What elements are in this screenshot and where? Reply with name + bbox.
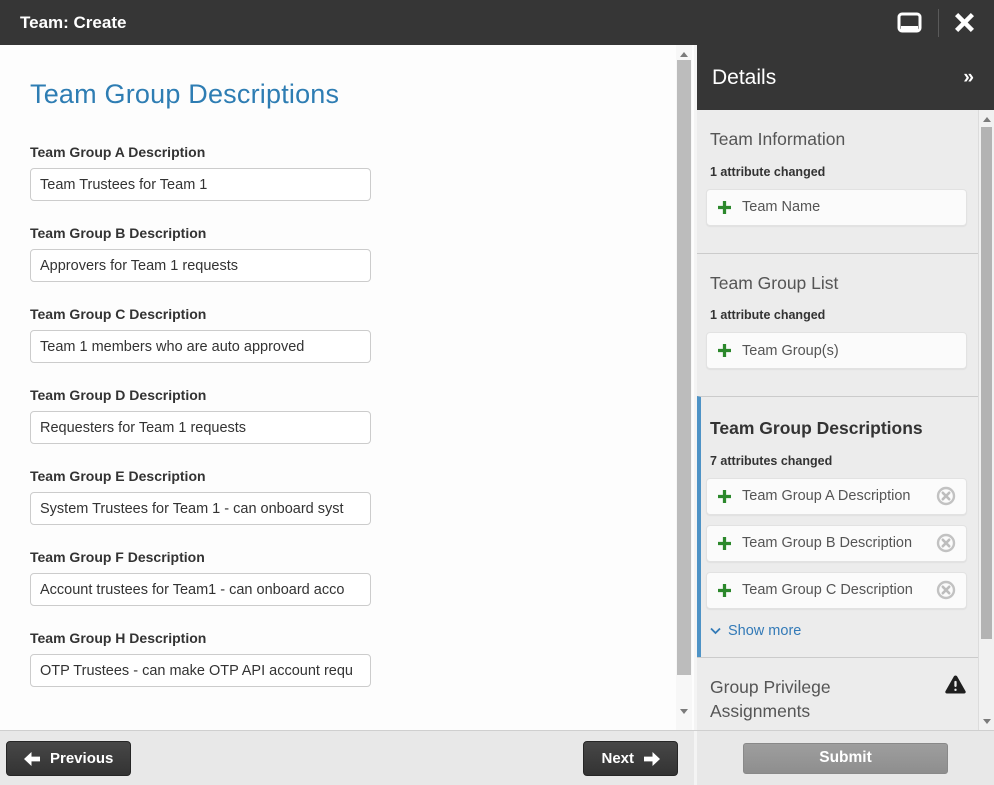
team-group-f-description-label: Team Group F Description <box>30 549 676 565</box>
arrow-right-icon <box>644 752 660 766</box>
revert-attribute-button[interactable] <box>936 533 956 553</box>
changed-attribute-card: Team Group C Description <box>706 572 967 609</box>
field-team-group-b: Team Group B Description <box>30 225 676 282</box>
details-section-team-group-descriptions: Team Group Descriptions 7 attributes cha… <box>697 396 978 657</box>
main-scrollbar[interactable] <box>676 45 692 730</box>
team-group-b-description-input[interactable] <box>30 249 371 282</box>
team-group-a-description-input[interactable] <box>30 168 371 201</box>
window-maximize-icon <box>897 12 922 33</box>
team-group-b-description-label: Team Group B Description <box>30 225 676 241</box>
details-section-team-information: Team Information 1 attribute changed Tea… <box>697 110 978 253</box>
show-more-link[interactable]: Show more <box>710 623 801 639</box>
arrow-left-icon <box>24 752 40 766</box>
plus-icon <box>718 537 731 550</box>
field-team-group-c: Team Group C Description <box>30 306 676 363</box>
show-more-label: Show more <box>728 623 801 639</box>
field-team-group-a: Team Group A Description <box>30 144 676 201</box>
attributes-changed-count: 1 attribute changed <box>710 308 967 322</box>
details-title: Details <box>712 66 963 90</box>
main-panel: Team Group Descriptions Team Group A Des… <box>0 45 697 730</box>
team-group-h-description-input[interactable] <box>30 654 371 687</box>
circle-x-icon <box>936 580 956 600</box>
next-button[interactable]: Next <box>583 741 678 776</box>
field-team-group-e: Team Group E Description <box>30 468 676 525</box>
attributes-changed-count: 1 attribute changed <box>710 165 967 179</box>
revert-attribute-button[interactable] <box>936 580 956 600</box>
plus-icon <box>718 584 731 597</box>
circle-x-icon <box>936 533 956 553</box>
close-icon <box>955 13 974 32</box>
changed-attribute-label: Team Group B Description <box>742 535 936 551</box>
footer: Previous Next Submit <box>0 730 994 785</box>
next-label: Next <box>601 750 634 767</box>
circle-x-icon <box>936 486 956 506</box>
changed-attribute-label: Team Name <box>742 199 956 215</box>
team-group-d-description-input[interactable] <box>30 411 371 444</box>
details-section-group-privilege-assignments: Group Privilege Assignments <box>697 657 978 730</box>
maximize-button[interactable] <box>895 10 924 35</box>
footer-details: Submit <box>697 731 994 785</box>
scroll-up-arrow-icon[interactable] <box>676 47 692 61</box>
previous-label: Previous <box>50 750 113 767</box>
team-group-e-description-input[interactable] <box>30 492 371 525</box>
details-body: Team Information 1 attribute changed Tea… <box>697 110 994 730</box>
changed-attribute-label: Team Group C Description <box>742 582 936 598</box>
team-group-c-description-label: Team Group C Description <box>30 306 676 322</box>
previous-button[interactable]: Previous <box>6 741 131 776</box>
changed-attribute-card: Team Group A Description <box>706 478 967 515</box>
team-group-d-description-label: Team Group D Description <box>30 387 676 403</box>
section-heading: Team Group List <box>710 272 967 296</box>
team-group-h-description-label: Team Group H Description <box>30 630 676 646</box>
collapse-panel-button[interactable]: » <box>963 68 974 87</box>
footer-main: Previous Next <box>0 731 697 785</box>
details-section-team-group-list: Team Group List 1 attribute changed Team… <box>697 253 978 397</box>
field-team-group-h: Team Group H Description <box>30 630 676 687</box>
main-scrollbar-thumb[interactable] <box>677 60 691 675</box>
changed-attribute-card: Team Group B Description <box>706 525 967 562</box>
scroll-down-arrow-icon[interactable] <box>676 704 692 718</box>
details-header: Details » <box>697 45 994 110</box>
details-scrollbar-thumb[interactable] <box>981 127 992 639</box>
double-chevron-right-icon: » <box>963 67 974 88</box>
content-row: Team Group Descriptions Team Group A Des… <box>0 45 994 730</box>
titlebar-divider <box>938 9 939 37</box>
changed-attribute-card: Team Group(s) <box>706 332 967 369</box>
team-group-e-description-label: Team Group E Description <box>30 468 676 484</box>
titlebar-actions <box>895 9 976 37</box>
details-panel: Details » Team Information 1 attribute c… <box>697 45 994 730</box>
page-title: Team Group Descriptions <box>30 79 676 110</box>
details-scrollbar[interactable] <box>978 110 994 730</box>
plus-icon <box>718 201 731 214</box>
team-group-f-description-input[interactable] <box>30 573 371 606</box>
changed-attribute-card: Team Name <box>706 189 967 226</box>
changed-attribute-label: Team Group A Description <box>742 488 936 504</box>
team-group-c-description-input[interactable] <box>30 330 371 363</box>
revert-attribute-button[interactable] <box>936 486 956 506</box>
titlebar: Team: Create <box>0 0 994 45</box>
warning-triangle-icon <box>945 675 966 699</box>
scroll-up-arrow-icon[interactable] <box>979 112 994 126</box>
chevron-down-icon <box>710 627 721 635</box>
plus-icon <box>718 344 731 357</box>
team-create-modal: Team: Create Team Group Descriptions <box>0 0 994 785</box>
section-heading: Group Privilege Assignments <box>710 676 900 723</box>
submit-button[interactable]: Submit <box>743 743 948 774</box>
section-heading: Team Information <box>710 128 967 152</box>
plus-icon <box>718 490 731 503</box>
changed-attribute-label: Team Group(s) <box>742 343 956 359</box>
close-button[interactable] <box>953 11 976 34</box>
team-group-a-description-label: Team Group A Description <box>30 144 676 160</box>
field-team-group-f: Team Group F Description <box>30 549 676 606</box>
main-content: Team Group Descriptions Team Group A Des… <box>30 45 676 730</box>
window-title: Team: Create <box>20 13 895 33</box>
scroll-down-arrow-icon[interactable] <box>979 714 994 728</box>
field-team-group-d: Team Group D Description <box>30 387 676 444</box>
section-heading: Team Group Descriptions <box>710 417 967 441</box>
attributes-changed-count: 7 attributes changed <box>710 454 967 468</box>
